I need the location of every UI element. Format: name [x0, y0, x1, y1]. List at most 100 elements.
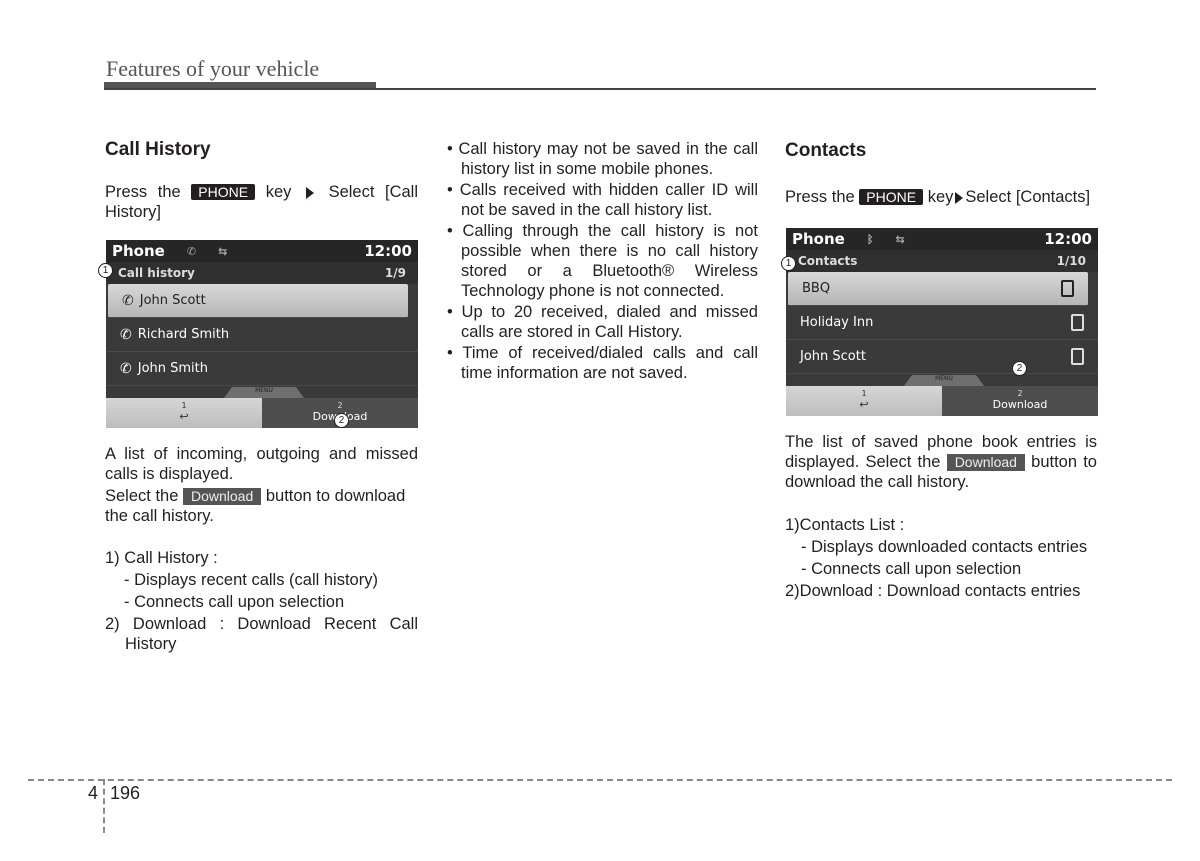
call-list-item[interactable]: ✆ Richard Smith	[106, 318, 418, 352]
screen-title: Phone	[792, 230, 845, 248]
list-item: 2)Download : Download contacts entries	[785, 582, 1081, 600]
mobile-phone-icon	[1071, 314, 1084, 331]
phone-key: PHONE	[191, 184, 256, 200]
menu-tab-area: MENU	[106, 386, 418, 398]
instruction-text: Press the	[785, 188, 855, 206]
contact-name: BBQ	[802, 281, 831, 296]
note-item: • Calling through the call history is no…	[447, 222, 758, 300]
section-header-title: Features of your vehicle	[106, 56, 320, 81]
back-button[interactable]: 1 ↩	[106, 398, 262, 428]
note-text: Call history may not be saved in the cal…	[458, 140, 758, 178]
footer-divider	[103, 779, 105, 833]
instruction-text: key	[265, 183, 292, 201]
screen-subtitle-bar: Call history 1/9	[106, 262, 418, 284]
page-number: 196	[110, 783, 141, 803]
list-subitem: - Displays recent calls (call history)	[124, 571, 378, 589]
call-list-item[interactable]: ✆ John Smith	[106, 352, 418, 386]
description-text: A list of incoming, outgoing and missed …	[105, 445, 418, 483]
list-subitem: - Connects call upon selection	[801, 560, 1022, 578]
usb-icon: ⇆	[895, 232, 905, 246]
download-label: Download	[992, 398, 1048, 411]
screen-subtitle: Call history	[118, 266, 195, 280]
page-indicator: 1/10	[1056, 254, 1086, 268]
screen-subtitle: Contacts	[798, 254, 858, 268]
contact-list-item[interactable]: BBQ	[788, 272, 1088, 306]
section-number: 4	[88, 783, 99, 803]
contacts-description: The list of saved phone book entries is …	[785, 432, 1097, 601]
screen-subtitle-bar: Contacts 1/10	[786, 250, 1098, 272]
note-text: Calling through the call history is not …	[461, 222, 758, 300]
bluetooth-icon: ᛒ	[866, 232, 874, 246]
call-history-column: Call History Press the PHONE key Select …	[105, 140, 418, 222]
phone-key: PHONE	[859, 189, 924, 205]
notes-column: • Call history may not be saved in the c…	[443, 139, 758, 383]
menu-tab[interactable]: MENU	[224, 387, 304, 398]
download-instruction: Select the Download button to download t…	[105, 486, 418, 526]
note-item: • Calls received with hidden caller ID w…	[447, 181, 758, 219]
back-icon: ↩	[859, 398, 869, 411]
download-button[interactable]: 2Download	[942, 386, 1098, 416]
contacts-screen: Phone ᛒ ⇆ 12:00 Contacts 1/10 BBQ Holida…	[786, 228, 1098, 416]
arrow-right-icon	[305, 186, 314, 199]
missed-call-icon: ✆	[120, 360, 132, 377]
callout-2: 2	[1012, 361, 1027, 376]
note-text: Up to 20 received, dialed and missed cal…	[461, 303, 758, 341]
caller-name: Richard Smith	[137, 327, 230, 342]
callout-1: 1	[98, 263, 113, 278]
page-indicator: 1/9	[384, 266, 406, 280]
instruction-text: Select the	[105, 487, 179, 505]
screen-button-bar: 1↩ 2Download	[786, 386, 1098, 416]
back-icon: ↩	[179, 410, 189, 423]
call-history-description: A list of incoming, outgoing and missed …	[105, 444, 418, 654]
note-text: Calls received with hidden caller ID wil…	[459, 181, 758, 219]
mobile-phone-icon	[1071, 348, 1084, 365]
list-item: 1) Call History :	[105, 549, 218, 567]
contact-name: John Scott	[800, 349, 866, 364]
menu-tab[interactable]: MENU	[904, 375, 984, 386]
callout-1: 1	[781, 256, 796, 271]
contacts-column: Contacts Press the PHONE key Select [Cont…	[785, 141, 1097, 207]
contact-list-item[interactable]: John Scott	[786, 340, 1098, 374]
list-subitem: - Displays downloaded contacts entries	[801, 538, 1088, 556]
contact-list-item[interactable]: Holiday Inn	[786, 306, 1098, 340]
contacts-instruction: Press the PHONE key Select [Contacts]	[785, 187, 1097, 207]
callout-2: 2	[334, 413, 349, 428]
caller-name: John Scott	[139, 293, 206, 308]
contacts-description-text: The list of saved phone book entries is …	[785, 432, 1097, 492]
back-button[interactable]: 1 ↩	[786, 386, 942, 416]
screen-status-bar: Phone ✆ ⇆ 12:00	[106, 240, 418, 262]
note-item: • Time of received/dialed calls and call…	[447, 344, 758, 382]
instruction-text: Select [Contacts]	[965, 188, 1091, 206]
list-item: 1)Contacts List :	[785, 516, 905, 534]
instruction-text: key	[927, 188, 954, 206]
screen-title: Phone	[112, 242, 165, 260]
call-history-instruction: Press the PHONE key Select [Call History…	[105, 182, 418, 222]
contact-name: Holiday Inn	[800, 315, 874, 330]
note-item: • Up to 20 received, dialed and missed c…	[447, 303, 758, 341]
usb-icon: ⇆	[218, 244, 228, 258]
mobile-phone-icon	[1061, 280, 1074, 297]
note-item: • Call history may not be saved in the c…	[447, 140, 758, 178]
header-rule	[104, 88, 1096, 90]
instruction-text: Press the	[105, 183, 181, 201]
contacts-heading: Contacts	[785, 140, 867, 161]
download-button-label: Download	[946, 454, 1025, 471]
download-button-label: Download	[182, 488, 262, 505]
screen-clock: 12:00	[364, 242, 412, 260]
screen-status-bar: Phone ᛒ ⇆ 12:00	[786, 228, 1098, 250]
screen-button-bar: 1↩ 2Download	[106, 398, 418, 428]
arrow-right-icon	[955, 191, 964, 204]
call-history-heading: Call History	[105, 139, 211, 160]
menu-tab-area: MENU	[786, 374, 1098, 386]
caller-name: John Smith	[137, 361, 208, 376]
call-list-item[interactable]: ✆ John Scott	[108, 284, 408, 318]
note-text: Time of received/dialed calls and call t…	[461, 344, 758, 382]
list-subitem: - Connects call upon selection	[124, 593, 345, 611]
list-item: 2) Download : Download Recent Call Histo…	[105, 615, 418, 653]
outgoing-call-icon: ✆	[122, 292, 134, 309]
screen-clock: 12:00	[1044, 230, 1092, 248]
footer-rule	[28, 779, 1172, 781]
missed-call-icon: ✆	[120, 326, 132, 343]
call-history-screen: Phone ✆ ⇆ 12:00 Call history 1/9 ✆ John S…	[106, 240, 418, 428]
phone-icon: ✆	[186, 244, 197, 258]
